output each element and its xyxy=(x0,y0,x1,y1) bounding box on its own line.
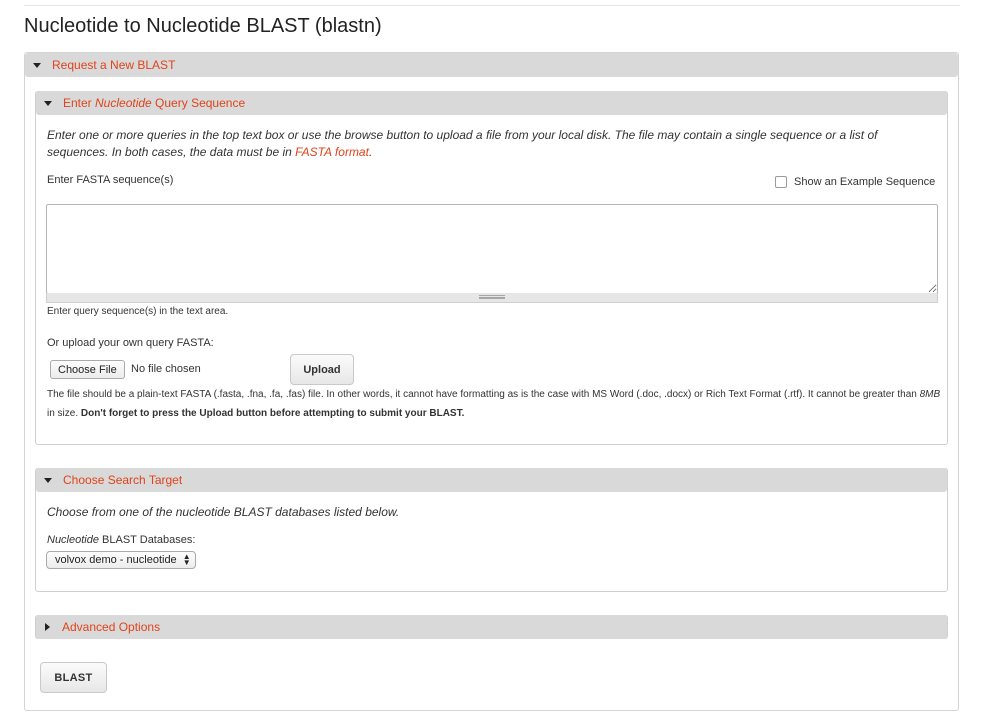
target-description: Choose from one of the nucleotide BLAST … xyxy=(47,505,400,519)
request-panel-header[interactable]: Request a New BLAST xyxy=(25,53,958,77)
query-panel-label: Enter Nucleotide Query Sequence xyxy=(63,96,246,110)
page-title: Nucleotide to Nucleotide BLAST (blastn) xyxy=(24,15,382,37)
textarea-resize-handle[interactable] xyxy=(46,293,938,303)
file-note: The file should be a plain-text FASTA (.… xyxy=(47,389,941,419)
advanced-panel-header[interactable]: Advanced Options xyxy=(36,615,947,639)
example-sequence-label[interactable]: Show an Example Sequence xyxy=(794,176,935,188)
upload-button[interactable]: Upload xyxy=(290,354,354,385)
no-file-chosen-text: No file chosen xyxy=(131,363,201,375)
upload-label: Or upload your own query FASTA: xyxy=(47,337,214,349)
triangle-right-icon xyxy=(45,623,50,631)
fasta-sequence-label: Enter FASTA sequence(s) xyxy=(47,174,174,186)
database-select[interactable]: volvox demo - nucleotide ▲ ▼ xyxy=(46,551,196,569)
triangle-down-icon xyxy=(44,477,52,483)
target-panel-header[interactable]: Choose Search Target xyxy=(36,468,947,492)
select-arrows-icon: ▲ ▼ xyxy=(182,552,191,567)
triangle-down-icon xyxy=(44,100,52,106)
database-select-value: volvox demo - nucleotide xyxy=(55,554,177,566)
grip-icon xyxy=(479,295,505,299)
choose-file-button[interactable]: Choose File xyxy=(50,360,125,379)
query-panel-header[interactable]: Enter Nucleotide Query Sequence xyxy=(36,91,947,115)
textarea-hint: Enter query sequence(s) in the text area… xyxy=(47,306,229,317)
fasta-format-link[interactable]: FASTA format xyxy=(295,145,369,159)
query-instructions: Enter one or more queries in the top tex… xyxy=(47,128,878,159)
query-sequence-textarea[interactable] xyxy=(46,204,938,294)
blast-submit-button[interactable]: BLAST xyxy=(40,662,107,693)
example-sequence-checkbox[interactable] xyxy=(775,176,787,188)
request-panel-label: Request a New BLAST xyxy=(52,58,176,72)
top-divider xyxy=(24,5,960,6)
triangle-down-icon xyxy=(33,62,41,68)
advanced-panel-label: Advanced Options xyxy=(62,620,161,634)
database-label: Nucleotide BLAST Databases: xyxy=(47,534,196,546)
target-panel-label: Choose Search Target xyxy=(63,473,183,487)
